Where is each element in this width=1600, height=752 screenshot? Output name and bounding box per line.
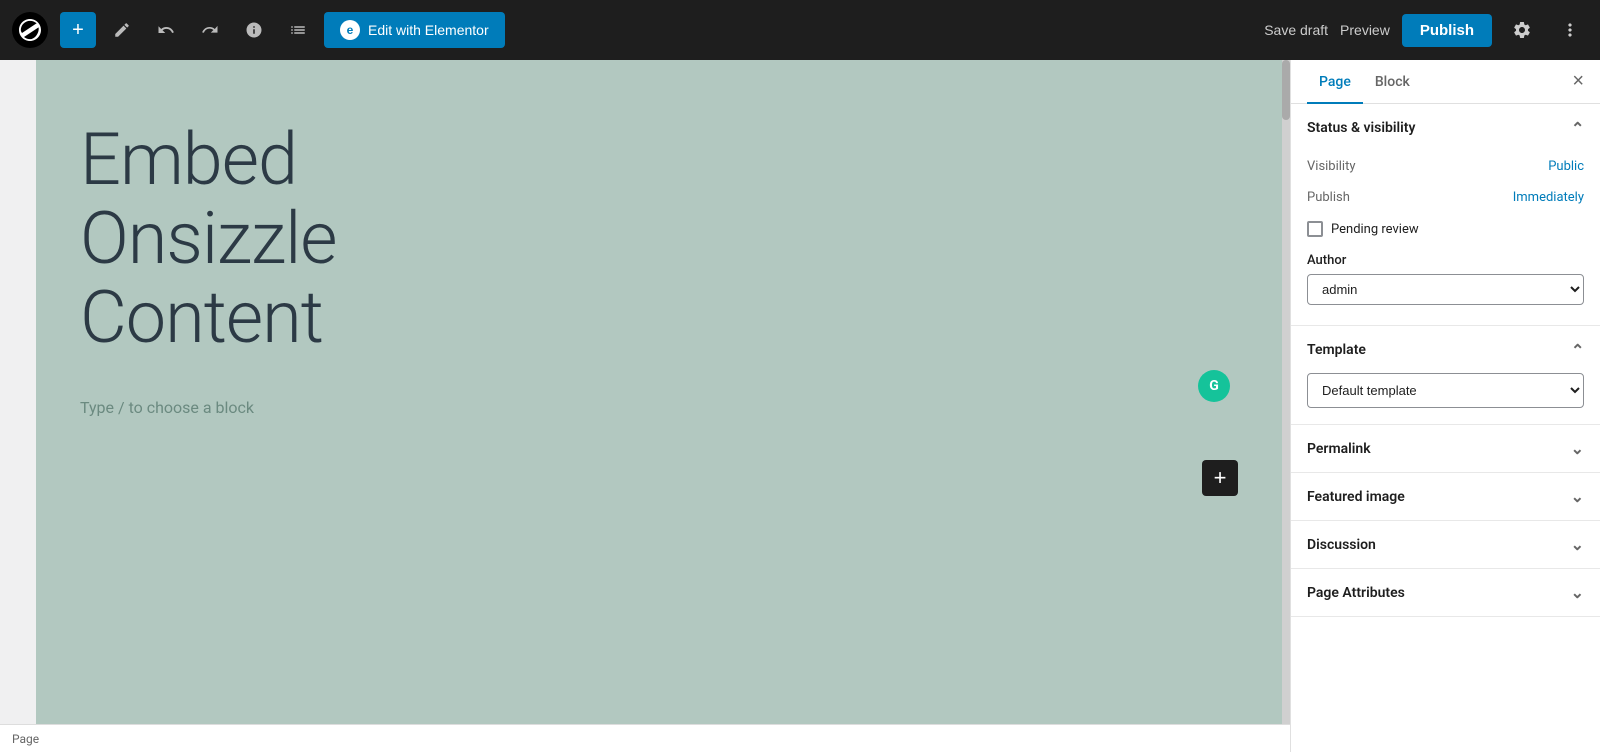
section-discussion-label: Discussion (1307, 537, 1376, 553)
section-template: Template ⌄ Default template Full Width B… (1291, 326, 1600, 425)
section-permalink-header[interactable]: Permalink ⌄ (1291, 425, 1600, 472)
canvas-scrollbar[interactable] (1282, 60, 1290, 752)
section-page-attributes-label: Page Attributes (1307, 585, 1405, 601)
grammarly-icon: G (1198, 370, 1230, 402)
edit-with-elementor-button[interactable]: e Edit with Elementor (324, 12, 505, 48)
panel-close-button[interactable]: × (1572, 60, 1584, 103)
info-button[interactable] (236, 12, 272, 48)
author-select[interactable]: admin (1307, 274, 1584, 305)
canvas-content: Embed Onsizzle Content Type / to choose … (0, 60, 1290, 752)
section-status-visibility-header[interactable]: Status & visibility ⌄ (1291, 104, 1600, 151)
section-status-visibility-label: Status & visibility (1307, 120, 1415, 136)
chevron-up-icon: ⌄ (1571, 118, 1584, 137)
visibility-value[interactable]: Public (1548, 159, 1584, 174)
publish-button[interactable]: Publish (1402, 14, 1492, 47)
more-options-button[interactable] (1552, 12, 1588, 48)
publish-value[interactable]: Immediately (1513, 190, 1584, 205)
author-row: Author admin (1307, 245, 1584, 309)
redo-button[interactable] (192, 12, 228, 48)
section-discussion: Discussion ⌄ (1291, 521, 1600, 569)
right-panel: Page Block × Status & visibility ⌄ Visib… (1290, 60, 1600, 752)
section-featured-image: Featured image ⌄ (1291, 473, 1600, 521)
preview-button[interactable]: Preview (1340, 22, 1390, 38)
section-template-header[interactable]: Template ⌄ (1291, 326, 1600, 373)
page-title[interactable]: Embed Onsizzle Content (80, 120, 1210, 358)
canvas-area: Embed Onsizzle Content Type / to choose … (0, 60, 1290, 752)
chevron-down-permalink-icon: ⌄ (1571, 439, 1584, 458)
tab-block[interactable]: Block (1363, 60, 1422, 104)
panel-tabs: Page Block × (1291, 60, 1600, 104)
section-featured-image-label: Featured image (1307, 489, 1405, 505)
canvas-scrollbar-thumb[interactable] (1282, 60, 1290, 120)
section-page-attributes-header[interactable]: Page Attributes ⌄ (1291, 569, 1600, 616)
template-select[interactable]: Default template Full Width Blank (1307, 373, 1584, 408)
elementor-icon: e (340, 20, 360, 40)
status-bar: Page (0, 724, 1290, 752)
section-discussion-header[interactable]: Discussion ⌄ (1291, 521, 1600, 568)
settings-button[interactable] (1504, 12, 1540, 48)
pending-review-checkbox[interactable] (1307, 221, 1323, 237)
author-label: Author (1307, 253, 1346, 268)
section-status-visibility-content: Visibility Public Publish Immediately Pe… (1291, 151, 1600, 325)
publish-row: Publish Immediately (1307, 182, 1584, 213)
pending-review-label: Pending review (1331, 222, 1419, 237)
visibility-label: Visibility (1307, 159, 1356, 174)
section-page-attributes: Page Attributes ⌄ (1291, 569, 1600, 617)
add-block-button[interactable]: + (60, 12, 96, 48)
chevron-down-pageattr-icon: ⌄ (1571, 583, 1584, 602)
save-draft-button[interactable]: Save draft (1264, 22, 1328, 38)
add-block-button-canvas[interactable]: + (1202, 460, 1238, 496)
section-template-label: Template (1307, 342, 1366, 358)
left-strip (0, 60, 36, 752)
section-permalink: Permalink ⌄ (1291, 425, 1600, 473)
edit-pen-button[interactable] (104, 12, 140, 48)
status-bar-label: Page (12, 732, 39, 746)
chevron-up-template-icon: ⌄ (1571, 340, 1584, 359)
section-permalink-label: Permalink (1307, 441, 1371, 457)
visibility-row: Visibility Public (1307, 151, 1584, 182)
section-featured-image-header[interactable]: Featured image ⌄ (1291, 473, 1600, 520)
pending-review-row: Pending review (1307, 213, 1584, 245)
tab-page[interactable]: Page (1307, 60, 1363, 104)
undo-button[interactable] (148, 12, 184, 48)
toolbar: + e Edit with Elementor Save draft Previ… (0, 0, 1600, 60)
wordpress-logo[interactable] (12, 12, 48, 48)
publish-label: Publish (1307, 190, 1350, 205)
chevron-down-featured-icon: ⌄ (1571, 487, 1584, 506)
block-placeholder[interactable]: Type / to choose a block (80, 398, 1210, 417)
toolbar-right-actions: Save draft Preview Publish (1264, 12, 1588, 48)
section-template-content: Default template Full Width Blank (1291, 373, 1600, 424)
section-status-visibility: Status & visibility ⌄ Visibility Public … (1291, 104, 1600, 326)
main-layout: Embed Onsizzle Content Type / to choose … (0, 60, 1600, 752)
list-view-button[interactable] (280, 12, 316, 48)
chevron-down-discussion-icon: ⌄ (1571, 535, 1584, 554)
